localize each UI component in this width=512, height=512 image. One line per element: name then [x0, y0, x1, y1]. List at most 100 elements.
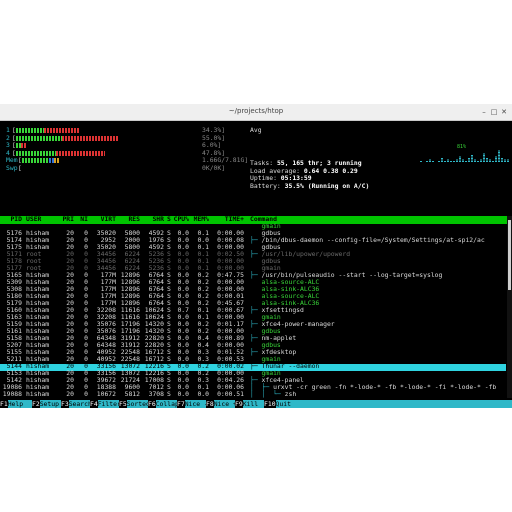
function-key-f8[interactable]: F8Nice +	[206, 400, 237, 408]
graph-dot	[468, 158, 470, 159]
function-key-number: F6	[148, 400, 156, 408]
graph-dot	[420, 161, 422, 162]
graph-dot	[441, 161, 443, 162]
function-key-f9[interactable]: F9Kill	[235, 400, 258, 408]
cell-pid: 19088	[2, 390, 22, 399]
graph-dot	[489, 161, 491, 162]
graph-dot	[459, 156, 461, 158]
column-header-s[interactable]: S	[167, 215, 172, 224]
column-header-user[interactable]: USER	[26, 215, 54, 224]
meter-row: Swp[0K/0K]	[6, 164, 240, 173]
window-titlebar[interactable]: ~/projects/htop – □ ✕	[0, 104, 512, 121]
column-header-time[interactable]: TIME+	[212, 215, 244, 224]
window-title: ~/projects/htop	[228, 107, 284, 115]
graph-dot	[429, 161, 431, 162]
graph-dot	[483, 155, 485, 156]
graph-dot	[468, 161, 470, 162]
cpu-graph	[420, 150, 509, 162]
graph-dot	[483, 159, 485, 161]
function-key-number: F7	[177, 400, 185, 408]
function-key-f10[interactable]: F10Quit	[264, 400, 291, 408]
graph-dot	[498, 152, 500, 153]
graph-dot	[474, 161, 476, 162]
column-header-virt[interactable]: VIRT	[92, 215, 116, 224]
graph-dot	[495, 156, 497, 158]
graph-dot	[501, 161, 503, 162]
graph-dot	[498, 153, 500, 155]
scrollbar[interactable]	[507, 216, 512, 398]
graph-dot	[441, 158, 443, 159]
graph-dot	[498, 155, 500, 156]
meter-bar	[16, 128, 79, 133]
column-header-pri[interactable]: PRI	[62, 215, 74, 224]
graph-dot	[474, 159, 476, 161]
function-key-label: Quit	[275, 400, 291, 408]
scrollbar-thumb[interactable]	[508, 220, 511, 290]
htop-screen: 1[34.3%] 2[55.0%] 3[6.0%] 4[47.8%] Mem[1.66G…	[0, 121, 512, 408]
column-header-ni[interactable]: NI	[78, 215, 88, 224]
cell-virt: 10672	[96, 390, 116, 399]
minimize-icon[interactable]: –	[480, 108, 488, 116]
graph-dot	[471, 155, 473, 156]
function-key-f2[interactable]: F2Setup	[32, 400, 59, 408]
meter-bar	[22, 158, 60, 164]
graph-dot	[429, 159, 431, 161]
meter-value: 0K/0K]	[202, 164, 226, 172]
graph-dot	[507, 161, 509, 162]
function-key-label: Filter	[97, 400, 121, 408]
function-key-number: F9	[235, 400, 243, 408]
function-key-number: F10	[264, 400, 276, 408]
function-key-number: F2	[32, 400, 40, 408]
graph-dot	[498, 161, 500, 162]
cell-res: 5812	[124, 390, 140, 399]
graph-dot	[468, 159, 470, 161]
graph-dot	[501, 159, 503, 161]
graph-dot	[462, 159, 464, 161]
column-header-mem[interactable]: MEM%	[193, 215, 209, 224]
function-key-label: Kill	[242, 400, 259, 408]
graph-dot	[495, 161, 497, 162]
graph-dot	[450, 161, 452, 162]
graph-dot	[471, 158, 473, 159]
function-key-label: Help	[7, 400, 24, 408]
cell-ni: 0	[84, 390, 88, 399]
function-key-f7[interactable]: F7Nice -	[177, 400, 208, 408]
avg-label: Avg	[250, 126, 262, 134]
graph-dot	[456, 161, 458, 162]
function-key-number: F5	[119, 400, 127, 408]
graph-dot	[459, 159, 461, 161]
battery-line: Battery: 35.5% (Running on A/C)	[250, 181, 370, 190]
graph-dot	[444, 161, 446, 162]
graph-dot	[426, 161, 428, 162]
function-key-f5[interactable]: F5Sorted	[119, 400, 150, 408]
graph-dot	[498, 159, 500, 161]
function-key-f6[interactable]: F6Collap	[148, 400, 179, 408]
graph-dot	[456, 159, 458, 161]
graph-dot	[459, 161, 461, 162]
cell-mem: 0.0	[197, 390, 209, 399]
process-row[interactable]: 19088 hisham 20 0 10672 5812 3708 S 0.0 0.0 0:00.5…	[0, 390, 506, 399]
function-key-number: F4	[90, 400, 98, 408]
column-header-shr[interactable]: SHR	[142, 215, 164, 224]
function-key-label: Collap	[155, 400, 179, 408]
terminal-window: ~/projects/htop – □ ✕ 1[34.3%] 2[55.0%] 3[…	[0, 104, 512, 408]
cell-user: hisham	[26, 390, 50, 399]
maximize-icon[interactable]: □	[490, 108, 498, 116]
graph-dot	[480, 159, 482, 161]
graph-dot	[447, 161, 449, 162]
graph-dot	[462, 161, 464, 162]
graph-dot	[471, 161, 473, 162]
column-header-pid[interactable]: PID	[0, 215, 22, 224]
graph-dot	[489, 159, 491, 161]
column-header-res[interactable]: RES	[118, 215, 140, 224]
graph-dot	[492, 161, 494, 162]
function-key-f1[interactable]: F1Help	[0, 400, 23, 408]
column-header-cpu[interactable]: CPU%	[173, 215, 189, 224]
meter-bar	[16, 150, 105, 156]
graph-dot	[480, 161, 482, 162]
tree-branch: │ │ └─	[250, 390, 285, 399]
close-icon[interactable]: ✕	[500, 108, 508, 116]
function-key-f4[interactable]: F4Filter	[90, 400, 121, 408]
graph-dot	[477, 161, 479, 162]
function-key-f3[interactable]: F3Search	[61, 400, 92, 408]
